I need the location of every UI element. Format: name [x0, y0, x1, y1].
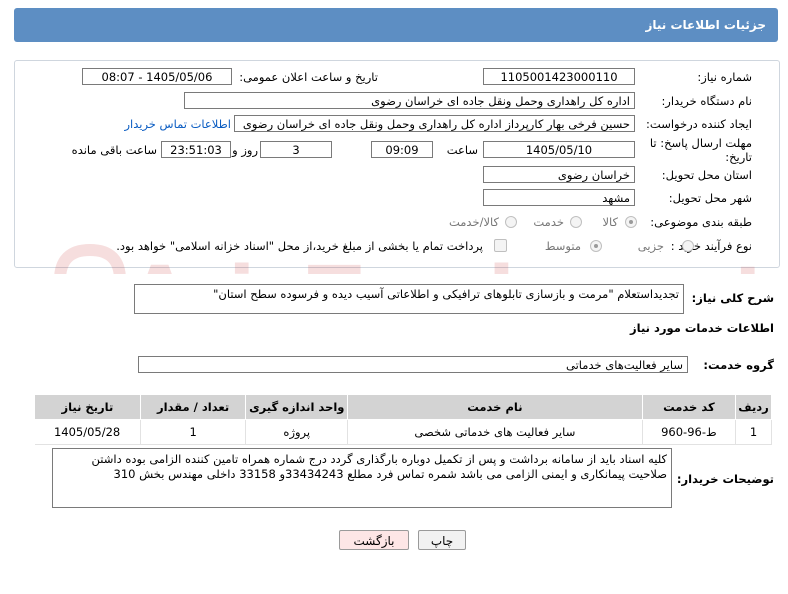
- services-table-header: ردیف کد خدمت نام خدمت واحد اندازه گیری ت…: [34, 394, 772, 420]
- col-name: نام خدمت: [347, 394, 643, 420]
- category-option-service: خدمت: [533, 215, 564, 229]
- need-number-label: شماره نیاز:: [697, 70, 752, 84]
- cell-unit: پروژه: [245, 419, 349, 445]
- days-field: 3: [260, 141, 332, 158]
- service-group-field: سایر فعالیت‌های خدماتی: [138, 356, 688, 373]
- services-table: ردیف کد خدمت نام خدمت واحد اندازه گیری ت…: [34, 394, 772, 445]
- print-button[interactable]: چاپ: [418, 530, 466, 550]
- buyer-org-field: اداره کل راهداری وحمل ونقل جاده ای خراسا…: [184, 92, 635, 109]
- province-label: استان محل تحویل:: [661, 168, 752, 182]
- purchase-radio-minor[interactable]: [682, 240, 694, 252]
- creator-field: حسین فرخی بهار کارپرداز اداره کل راهداری…: [234, 115, 635, 132]
- summary-textarea[interactable]: تجدیداستعلام "مرمت و بازسازی تابلوهای تر…: [134, 284, 684, 314]
- col-code: کد خدمت: [641, 394, 737, 420]
- cell-row: 1: [735, 419, 772, 445]
- col-unit: واحد اندازه گیری: [245, 394, 349, 420]
- col-row: ردیف: [735, 394, 772, 420]
- purchase-option-medium: متوسط: [544, 239, 581, 253]
- deadline-label-2: تاریخ:: [725, 150, 752, 164]
- remaining-label: ساعت باقی مانده: [71, 143, 157, 157]
- service-group-label: گروه خدمت:: [703, 358, 774, 372]
- category-label: طبقه بندی موضوعی:: [650, 215, 752, 229]
- time-label: ساعت: [446, 143, 478, 157]
- services-section-title: اطلاعات خدمات مورد نیاز: [630, 321, 774, 335]
- cell-qty: 1: [140, 419, 247, 445]
- buyer-notes-line-2: صلاحیت پیمانکاری و ایمنی الزامی می باشد …: [113, 467, 667, 481]
- city-field: مشهد: [483, 189, 635, 206]
- deadline-time-field: 09:09: [371, 141, 433, 158]
- province-field: خراسان رضوی: [483, 166, 635, 183]
- col-qty: تعداد / مقدار: [139, 394, 247, 420]
- remaining-field: 23:51:03: [161, 141, 231, 158]
- buyer-org-label: نام دستگاه خریدار:: [661, 94, 752, 108]
- purchase-option-minor: جزیی: [637, 239, 664, 253]
- summary-label: شرح کلی نیاز:: [691, 291, 774, 305]
- category-radio-goods[interactable]: [625, 216, 637, 228]
- announce-label: تاریخ و ساعت اعلان عمومی:: [239, 70, 378, 84]
- buyer-notes-line-1: کلیه اسناد باید از سامانه برداشت و پس از…: [91, 452, 667, 466]
- category-radio-goods-service[interactable]: [505, 216, 517, 228]
- city-label: شهر محل تحویل:: [668, 191, 752, 205]
- treasury-payment-checkbox[interactable]: [494, 239, 507, 252]
- deadline-label-1: مهلت ارسال پاسخ: تا: [649, 136, 752, 150]
- back-button[interactable]: بازگشت: [339, 530, 409, 550]
- contact-link[interactable]: اطلاعات تماس خریدار: [124, 117, 231, 131]
- days-label: روز و: [232, 143, 258, 157]
- need-number-field: 1105001423000110: [483, 68, 635, 85]
- cell-name: سایر فعالیت های خدماتی شخصی: [347, 419, 643, 445]
- creator-label: ایجاد کننده درخواست:: [646, 117, 752, 131]
- treasury-payment-note: پرداخت تمام یا بخشی از مبلغ خرید،از محل …: [116, 239, 483, 253]
- announce-field: 1405/05/06 - 08:07: [82, 68, 232, 85]
- deadline-date-field: 1405/05/10: [483, 141, 635, 158]
- buyer-notes-label: توضیحات خریدار:: [676, 472, 774, 486]
- category-option-goods-service: کالا/خدمت: [448, 215, 499, 229]
- col-date: تاریخ نیاز: [34, 394, 141, 420]
- cell-date: 1405/05/28: [34, 419, 141, 445]
- purchase-radio-medium[interactable]: [590, 240, 602, 252]
- category-option-goods: کالا: [602, 215, 618, 229]
- page-title: جزئیات اطلاعات نیاز: [645, 18, 766, 32]
- cell-code: ط-96-960: [642, 419, 737, 445]
- table-row: 1 ط-96-960 سایر فعالیت های خدماتی شخصی پ…: [34, 419, 772, 445]
- category-radio-service[interactable]: [570, 216, 582, 228]
- buyer-notes-textarea[interactable]: کلیه اسناد باید از سامانه برداشت و پس از…: [52, 448, 672, 508]
- page-header: جزئیات اطلاعات نیاز: [14, 8, 778, 42]
